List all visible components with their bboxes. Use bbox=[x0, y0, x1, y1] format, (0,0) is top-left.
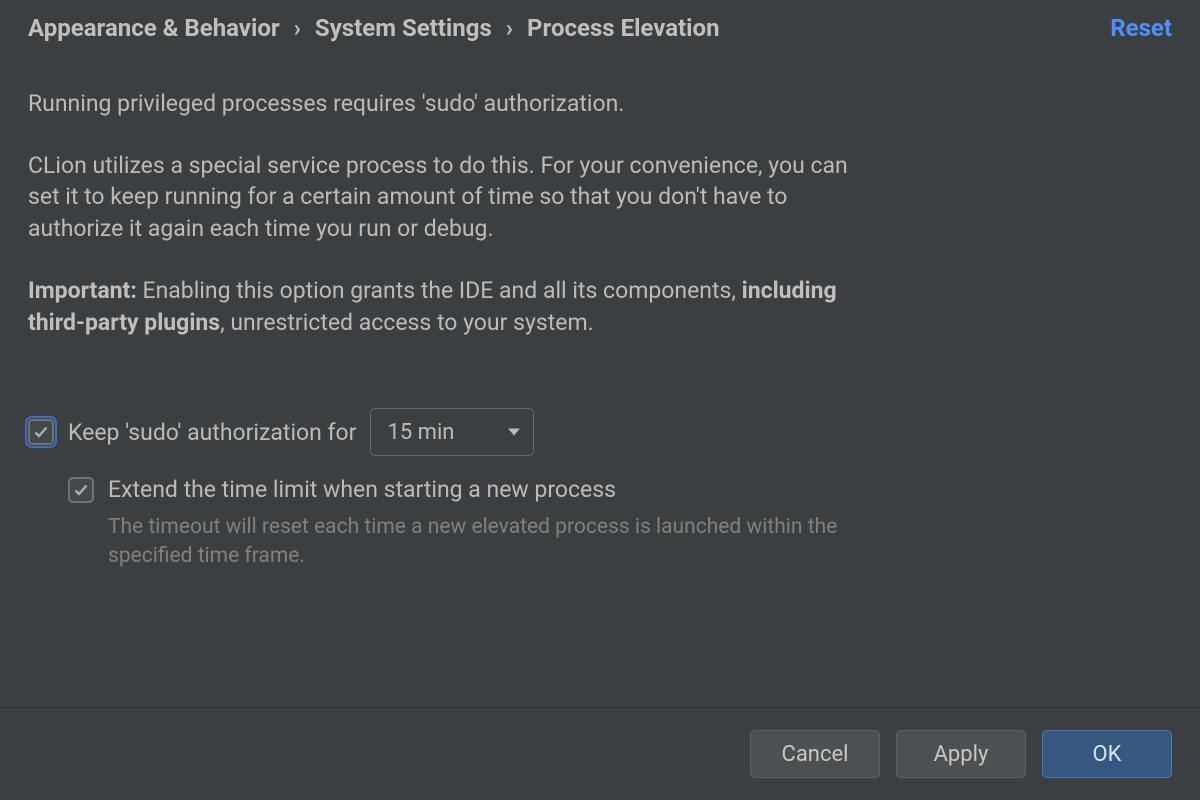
duration-select[interactable]: 15 min bbox=[370, 408, 534, 456]
breadcrumb: Appearance & Behavior › System Settings … bbox=[28, 14, 720, 42]
dialog-footer: Cancel Apply OK bbox=[0, 707, 1200, 800]
keep-sudo-row: Keep 'sudo' authorization for 15 min bbox=[28, 408, 1172, 456]
extend-limit-row: Extend the time limit when starting a ne… bbox=[68, 476, 1172, 503]
ok-button[interactable]: OK bbox=[1042, 730, 1172, 778]
keep-sudo-label: Keep 'sudo' authorization for bbox=[68, 419, 356, 446]
reset-link[interactable]: Reset bbox=[1110, 14, 1172, 42]
description-paragraph-3: Important: Enabling this option grants t… bbox=[28, 275, 848, 338]
apply-button[interactable]: Apply bbox=[896, 730, 1026, 778]
chevron-down-icon bbox=[507, 425, 521, 439]
check-icon bbox=[33, 424, 49, 440]
chevron-right-icon: › bbox=[506, 14, 513, 42]
duration-select-value: 15 min bbox=[387, 420, 454, 445]
cancel-button[interactable]: Cancel bbox=[750, 730, 880, 778]
extend-limit-help: The timeout will reset each time a new e… bbox=[108, 513, 848, 570]
important-label: Important: bbox=[28, 277, 137, 304]
check-icon bbox=[73, 482, 89, 498]
extend-limit-checkbox[interactable] bbox=[68, 477, 94, 503]
breadcrumb-item-appearance[interactable]: Appearance & Behavior bbox=[28, 14, 280, 42]
breadcrumb-item-system-settings[interactable]: System Settings bbox=[315, 14, 492, 42]
extend-limit-label: Extend the time limit when starting a ne… bbox=[108, 476, 616, 503]
chevron-right-icon: › bbox=[294, 14, 301, 42]
breadcrumb-item-process-elevation: Process Elevation bbox=[527, 14, 719, 42]
description-paragraph-2: CLion utilizes a special service process… bbox=[28, 150, 848, 245]
keep-sudo-checkbox[interactable] bbox=[28, 419, 54, 445]
description-block: Running privileged processes requires 's… bbox=[28, 88, 848, 338]
description-paragraph-1: Running privileged processes requires 's… bbox=[28, 88, 848, 120]
